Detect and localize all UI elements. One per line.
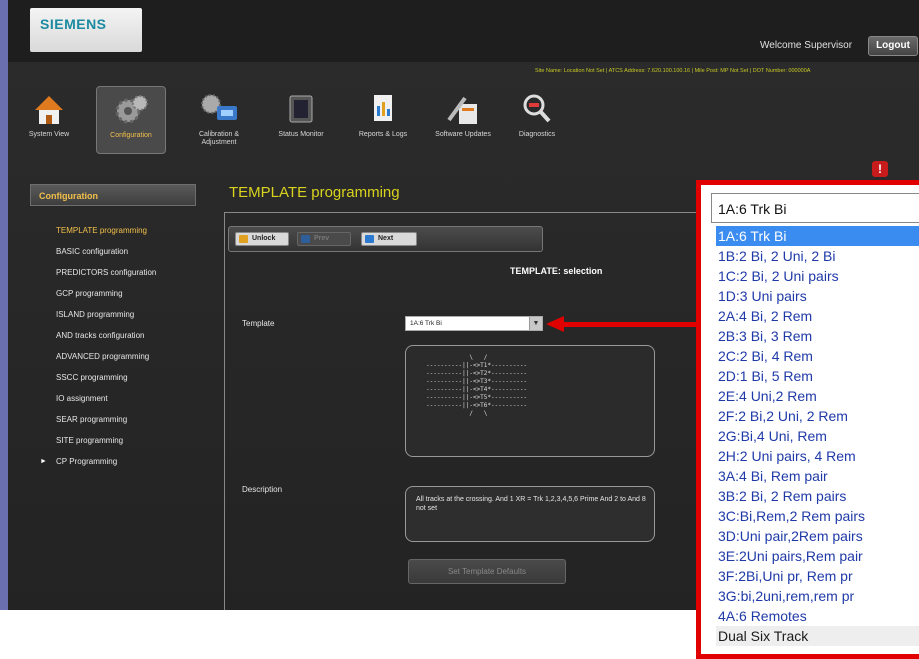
callout-arrow-line [563,322,700,327]
house-icon [29,90,69,128]
dropdown-option[interactable]: 1C:2 Bi, 2 Uni pairs [716,266,919,286]
sidebar-header: Configuration [30,184,196,206]
dropdown-option[interactable]: 1D:3 Uni pairs [716,286,919,306]
dropdown-option[interactable]: 2G:Bi,4 Uni, Rem [716,426,919,446]
description-label: Description [242,485,283,494]
chevron-down-icon[interactable]: ▼ [529,317,542,330]
callout-arrow-head [546,316,564,332]
sidebar-item-template-programming[interactable]: TEMPLATE programming [30,226,200,247]
toolbar-software-updates[interactable]: Software Updates [428,86,498,154]
welcome-text: Welcome Supervisor [760,40,853,51]
sidebar-item-site-programming[interactable]: SITE programming [30,436,200,457]
toolbar-status-monitor[interactable]: Status Monitor [266,86,336,154]
toolbar-reports-logs[interactable]: Reports & Logs [348,86,418,154]
top-bar: SIEMENS Welcome Supervisor Logout [8,0,919,62]
diagnostics-icon [517,90,557,128]
software-icon [443,90,483,128]
sidebar-item-label: CP Programming [56,457,118,466]
sidebar-item-predictors-configuration[interactable]: PREDICTORS configuration [30,268,200,289]
site-info: Site Name: Location Not Set | ATCS Addre… [535,68,811,74]
template-select-value: 1A:6 Trk Bi [410,320,442,327]
dropdown-option[interactable]: 2F:2 Bi,2 Uni, 2 Rem [716,406,919,426]
unlock-button[interactable]: Unlock [235,232,289,246]
sidebar-item-basic-configuration[interactable]: BASIC configuration [30,247,200,268]
dropdown-option[interactable]: 3G:bi,2uni,rem,rem pr [716,586,919,606]
track-diagram: \ / ----------||-<>T1*---------- -------… [405,345,655,457]
sidebar-item-sear-programming[interactable]: SEAR programming [30,415,200,436]
dropdown-option[interactable]: 3F:2Bi,Uni pr, Rem pr [716,566,919,586]
dropdown-option[interactable]: 1B:2 Bi, 2 Uni, 2 Bi [716,246,919,266]
dropdown-option[interactable]: 2B:3 Bi, 3 Rem [716,326,919,346]
dropdown-option[interactable]: 2E:4 Uni,2 Rem [716,386,919,406]
toolbar-diagnostics[interactable]: Diagnostics [502,86,572,154]
sidebar-nav: TEMPLATE programming BASIC configuration… [30,226,200,478]
dropdown-option[interactable]: 2C:2 Bi, 4 Rem [716,346,919,366]
sidebar-item-io-assignment[interactable]: IO assignment [30,394,200,415]
dropdown-option[interactable]: 3B:2 Bi, 2 Rem pairs [716,486,919,506]
page-title: TEMPLATE programming [229,184,400,201]
dropdown-option[interactable]: 3E:2Uni pairs,Rem pair [716,546,919,566]
arrow-left-icon [301,235,310,243]
description-text: All tracks at the crossing. And 1 XR = T… [405,486,655,542]
sidebar-item-advanced-programming[interactable]: ADVANCED programming [30,352,200,373]
next-button[interactable]: Next [361,232,417,246]
lock-icon [239,235,248,243]
action-button-bar: Unlock Prev Next [228,226,543,252]
prev-button[interactable]: Prev [297,232,351,246]
template-label: Template [242,319,275,328]
dropdown-option[interactable]: 3A:4 Bi, Rem pair [716,466,919,486]
toolbar-calibration[interactable]: Calibration & Adjustment [184,86,254,154]
monitor-icon [281,90,321,128]
dropdown-option[interactable]: 4A:6 Remotes [716,606,919,626]
dropdown-option[interactable]: 3C:Bi,Rem,2 Rem pairs [716,506,919,526]
toolbar-configuration[interactable]: Configuration [96,86,166,154]
dropdown-option[interactable]: 2A:4 Bi, 2 Rem [716,306,919,326]
toolbar-system-view[interactable]: System View [14,86,84,154]
gears-icon [111,91,151,129]
dropdown-option[interactable]: Dual Six Track [716,626,919,646]
arrow-right-icon [365,235,374,243]
main-toolbar: System View Configuration Calibration & … [14,86,574,156]
dropdown-option[interactable]: 1A:6 Trk Bi [716,226,919,246]
dropdown-option[interactable]: 2H:2 Uni pairs, 4 Rem [716,446,919,466]
sidebar-item-and-tracks-configuration[interactable]: AND tracks configuration [30,331,200,352]
expand-arrow-icon[interactable]: ► [40,457,47,467]
sidebar-item-gcp-programming[interactable]: GCP programming [30,289,200,310]
dropdown-option-list: 1A:6 Trk Bi 1B:2 Bi, 2 Uni, 2 Bi 1C:2 Bi… [716,226,919,646]
template-select[interactable]: 1A:6 Trk Bi ▼ [405,316,543,331]
calibration-icon [199,90,239,128]
siemens-logo: SIEMENS [30,8,142,52]
sidebar-item-island-programming[interactable]: ISLAND programming [30,310,200,331]
set-template-defaults-button[interactable]: Set Template Defaults [408,559,566,584]
reports-icon [363,90,403,128]
dropdown-current-value[interactable]: 1A:6 Trk Bi [711,193,919,223]
selection-heading: TEMPLATE: selection [510,266,603,276]
dropdown-option[interactable]: 2D:1 Bi, 5 Rem [716,366,919,386]
logout-button[interactable]: Logout [868,36,918,56]
dropdown-option[interactable]: 3D:Uni pair,2Rem pairs [716,526,919,546]
sidebar-item-sscc-programming[interactable]: SSCC programming [30,373,200,394]
alert-icon[interactable]: ! [872,161,888,177]
sidebar-item-cp-programming[interactable]: ► CP Programming [30,457,200,478]
